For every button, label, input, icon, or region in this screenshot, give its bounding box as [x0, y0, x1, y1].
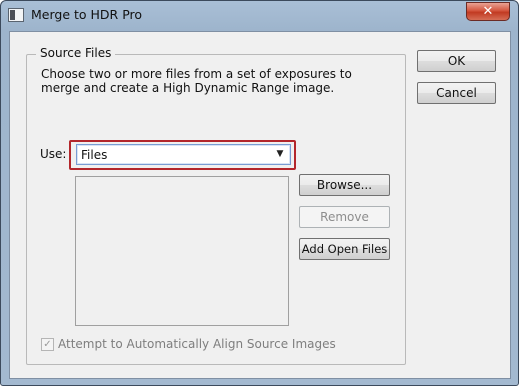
- remove-button[interactable]: Remove: [299, 206, 390, 228]
- description-line-1: Choose two or more files from a set of e…: [41, 67, 352, 81]
- close-button[interactable]: ✕: [466, 2, 510, 21]
- chevron-down-icon[interactable]: ▼: [270, 145, 290, 164]
- align-images-label: Attempt to Automatically Align Source Im…: [58, 337, 336, 351]
- description-line-2: merge and create a High Dynamic Range im…: [41, 81, 335, 95]
- dialog-window: Merge to HDR Pro ✕ Source Files Choose t…: [0, 0, 519, 386]
- use-dropdown[interactable]: Files ▼: [76, 144, 291, 165]
- align-images-checkbox[interactable]: ✓: [41, 338, 54, 351]
- add-open-files-button[interactable]: Add Open Files: [299, 238, 390, 260]
- ok-button[interactable]: OK: [417, 50, 496, 72]
- window-title: Merge to HDR Pro: [31, 7, 143, 22]
- app-window-icon: [8, 8, 24, 22]
- use-dropdown-value: Files: [81, 148, 108, 162]
- use-label: Use:: [40, 147, 67, 161]
- source-files-group-label: Source Files: [36, 46, 116, 60]
- cancel-button[interactable]: Cancel: [417, 82, 496, 104]
- source-files-description: Choose two or more files from a set of e…: [41, 67, 352, 95]
- browse-button[interactable]: Browse...: [299, 174, 390, 196]
- title-bar[interactable]: Merge to HDR Pro ✕: [1, 1, 518, 31]
- source-file-list[interactable]: [75, 176, 289, 326]
- dialog-body: Source Files Choose two or more files fr…: [9, 31, 511, 379]
